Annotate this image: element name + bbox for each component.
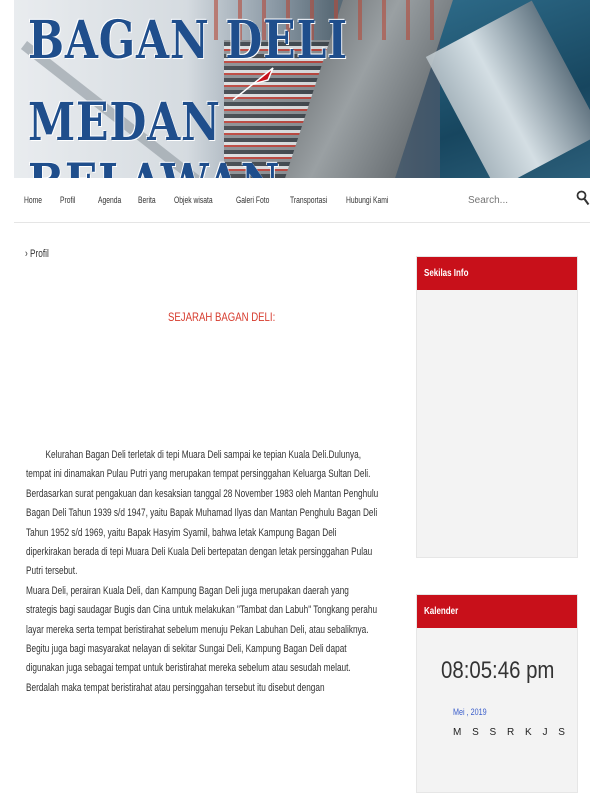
nav-berita[interactable]: Berita xyxy=(138,195,156,205)
calendar-month[interactable]: Mei , 2019 xyxy=(453,707,487,717)
clock-display: 08:05:46 pm xyxy=(441,657,555,684)
calendar-weekdays: M S S R K J S xyxy=(453,727,569,738)
airplane-icon xyxy=(232,67,274,101)
breadcrumb[interactable]: › Profil xyxy=(25,248,49,260)
kalender-widget: Kalender 08:05:46 pm Mei , 2019 M S S R … xyxy=(416,594,578,793)
nav-galeri-foto[interactable]: Galeri Foto xyxy=(236,195,269,205)
main-nav: Home Profil Agenda Berita Objek wisata G… xyxy=(14,178,590,223)
nav-hubungi-kami[interactable]: Hubungi Kami xyxy=(346,195,388,205)
nav-objek-wisata[interactable]: Objek wisata xyxy=(174,195,213,205)
article-paragraph: Muara Deli, perairan Kuala Deli, dan Kam… xyxy=(26,584,378,694)
nav-agenda[interactable]: Agenda xyxy=(98,195,121,205)
search-icon[interactable] xyxy=(576,190,590,206)
article-title: SEJARAH BAGAN DELI: xyxy=(168,310,276,324)
widget-title: Sekilas Info xyxy=(424,268,469,279)
nav-profil[interactable]: Profil xyxy=(60,195,75,205)
nav-home[interactable]: Home xyxy=(24,195,42,205)
nav-transportasi[interactable]: Transportasi xyxy=(290,195,327,205)
article-body: Kelurahan Bagan Deli terletak di tepi Mu… xyxy=(26,446,379,698)
sekilas-info-widget: Sekilas Info xyxy=(416,256,578,558)
search-input[interactable] xyxy=(466,190,550,210)
widget-title: Kalender xyxy=(424,606,459,617)
widget-header: Kalender xyxy=(417,595,577,628)
site-title-line1: BAGAN DELI xyxy=(28,10,349,71)
search-box xyxy=(466,188,590,212)
widget-header: Sekilas Info xyxy=(417,257,577,290)
header-banner: BAGAN DELI MEDAN BELAWAN xyxy=(14,0,590,178)
article-paragraph: Kelurahan Bagan Deli terletak di tepi Mu… xyxy=(26,449,379,578)
